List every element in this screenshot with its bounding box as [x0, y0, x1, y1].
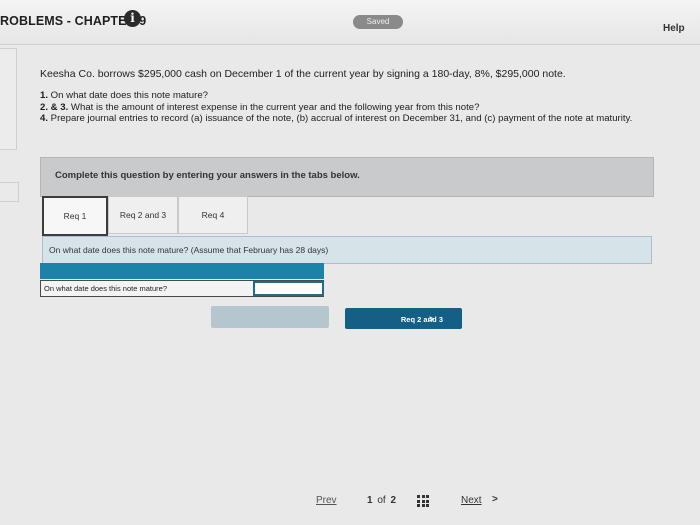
saved-badge: Saved [353, 15, 403, 29]
grid-row: On what date does this note mature? [40, 280, 324, 297]
pager: Prev 1 of 2 Next > [0, 494, 700, 515]
instruction-text: Complete this question by entering your … [55, 170, 360, 181]
top-bar: ROBLEMS - CHAPTER 9 i Saved Help [0, 0, 700, 45]
requirements-list: 1. On what date does this note mature? 2… [40, 90, 695, 125]
tab-req-2-and-3[interactable]: Req 2 and 3 [108, 196, 178, 234]
side-collapse-handle[interactable] [0, 182, 19, 202]
question-prompt-box: On what date does this note mature? (Ass… [42, 236, 652, 264]
next-page-link[interactable]: Next [461, 495, 482, 506]
chevron-right-icon[interactable]: > [492, 494, 498, 505]
prev-page-link[interactable]: Prev [316, 495, 337, 506]
tab-req-4[interactable]: Req 4 [178, 196, 248, 234]
grid-row-label: On what date does this note mature? [44, 284, 167, 293]
requirement-4: 4. Prepare journal entries to record (a)… [40, 113, 633, 124]
grid-icon[interactable] [417, 495, 429, 507]
prev-req-button[interactable] [211, 306, 329, 328]
maturity-date-input[interactable] [253, 281, 324, 296]
tab-req-1[interactable]: Req 1 [42, 196, 108, 236]
requirement-2-3: 2. & 3. What is the amount of interest e… [40, 101, 480, 113]
answer-grid: On what date does this note mature? [40, 263, 324, 297]
help-link[interactable]: Help [663, 23, 685, 34]
info-icon[interactable]: i [124, 10, 141, 27]
grid-header [40, 263, 324, 279]
page-indicator: 1 of 2 [367, 495, 397, 506]
next-req-button[interactable]: Req 2 and 3 > [345, 308, 462, 329]
question-prompt: On what date does this note mature? (Ass… [49, 245, 329, 255]
requirement-1: 1. On what date does this note mature? [40, 90, 209, 101]
instruction-banner: Complete this question by entering your … [40, 157, 654, 197]
side-panel-handle[interactable] [0, 48, 17, 150]
chevron-right-icon: > [429, 314, 435, 324]
problem-statement: Keesha Co. borrows $295,000 cash on Dece… [40, 68, 566, 80]
